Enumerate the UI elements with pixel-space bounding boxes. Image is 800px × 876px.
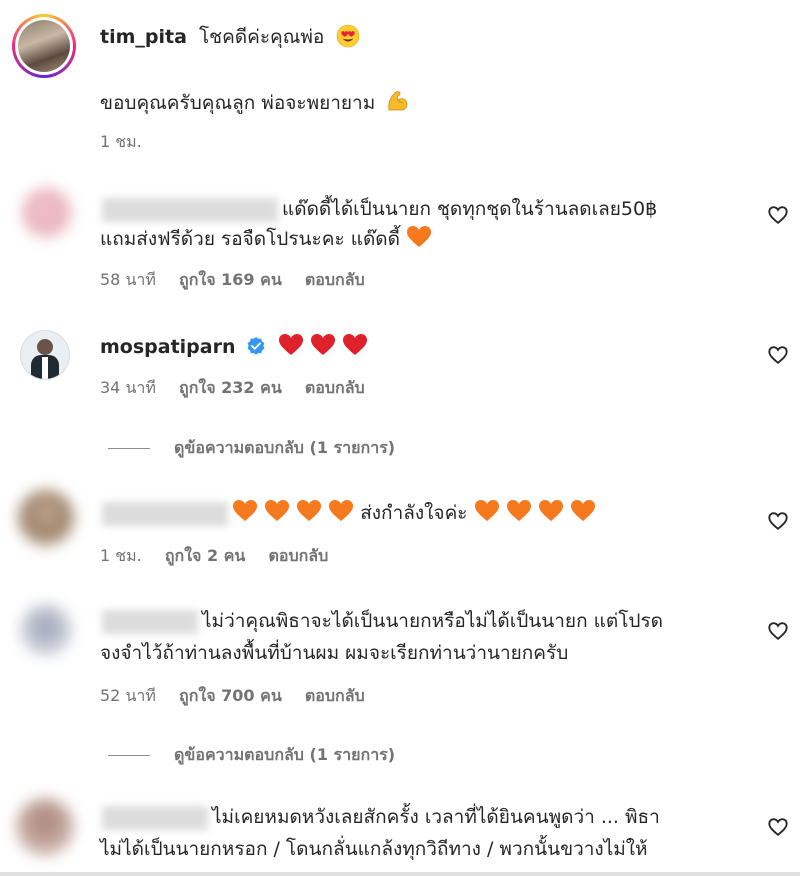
avatar[interactable] xyxy=(22,188,72,238)
orange-heart-emoji-icon xyxy=(474,499,500,523)
blurred-username[interactable] xyxy=(102,502,228,526)
comment-text-line-2: จงจำไว้ถ้าท่านลงพื้นที่บ้านผม ผมจะเรียกท… xyxy=(100,642,569,664)
like-heart-icon[interactable] xyxy=(767,620,789,642)
view-replies-button[interactable]: ดูข้อความตอบกลับ (1 รายการ) xyxy=(108,743,395,768)
orange-heart-emoji-icon xyxy=(406,225,432,249)
avatar[interactable] xyxy=(18,490,74,546)
divider xyxy=(108,755,150,756)
reply-button[interactable]: ตอบกลับ xyxy=(305,378,365,397)
comment-text-line-2: แถมส่งฟรีด้วย รอจืดโปรนะคะ แด๊ดดี้ xyxy=(100,228,400,250)
reply-button[interactable]: ตอบกลับ xyxy=(268,546,328,565)
orange-heart-emoji-icon xyxy=(328,499,354,523)
like-heart-icon[interactable] xyxy=(767,204,789,226)
red-heart-emoji-icon xyxy=(342,333,368,357)
comment-text-line-1: แด๊ดดี้ได้เป็นนายก ชุดทุกชุดในร้านลดเลย5… xyxy=(282,198,658,220)
orange-heart-emoji-icon xyxy=(506,499,532,523)
orange-heart-emoji-icon xyxy=(296,499,322,523)
comment-time: 1 ชม. xyxy=(100,132,142,151)
comment-time: 34 นาที xyxy=(100,378,156,397)
orange-heart-emoji-icon xyxy=(570,499,596,523)
avatar[interactable] xyxy=(20,604,72,656)
comment-time: 52 นาที xyxy=(100,686,156,705)
likes-count[interactable]: ถูกใจ 169 คน xyxy=(179,270,282,289)
red-heart-emoji-icon xyxy=(310,333,336,357)
username[interactable]: mospatiparn xyxy=(100,336,236,358)
view-replies-label: ดูข้อความตอบกลับ (1 รายการ) xyxy=(174,745,396,764)
like-heart-icon[interactable] xyxy=(767,344,789,366)
comment-time: 1 ชม. xyxy=(100,546,142,565)
heart-eyes-emoji-icon xyxy=(336,24,360,57)
likes-count[interactable]: ถูกใจ 2 คน xyxy=(165,546,245,565)
blurred-username[interactable] xyxy=(102,610,198,634)
likes-count[interactable]: ถูกใจ 232 คน xyxy=(179,378,282,397)
comment-time: 58 นาที xyxy=(100,270,156,289)
avatar[interactable] xyxy=(16,798,74,856)
orange-heart-emoji-icon xyxy=(232,499,258,523)
view-replies-label: ดูข้อความตอบกลับ (1 รายการ) xyxy=(174,438,396,457)
orange-heart-emoji-icon xyxy=(538,499,564,523)
reply-text: ขอบคุณครับคุณลูก พ่อจะพยายาม xyxy=(100,92,376,114)
orange-heart-emoji-icon xyxy=(264,499,290,523)
username[interactable]: tim_pita xyxy=(100,26,187,48)
reply-button[interactable]: ตอบกลับ xyxy=(305,686,365,705)
like-heart-icon[interactable] xyxy=(767,816,789,838)
blurred-username[interactable] xyxy=(102,806,208,830)
comment-text: ส่งกำลังใจค่ะ xyxy=(360,502,468,524)
likes-count[interactable]: ถูกใจ 700 คน xyxy=(179,686,282,705)
comment-text: โชคดีค่ะคุณพ่อ xyxy=(198,26,325,48)
red-heart-emoji-icon xyxy=(278,333,304,357)
avatar[interactable] xyxy=(20,330,70,380)
like-heart-icon[interactable] xyxy=(767,510,789,532)
view-replies-button[interactable]: ดูข้อความตอบกลับ (1 รายการ) xyxy=(108,436,395,461)
verified-badge-icon xyxy=(246,335,266,355)
comment-text-line-2: ไม่ได้เป็นนายกหรอก / โดนกลั่นแกล้งทุกวิถ… xyxy=(100,838,648,860)
comment-thread: tim_pita โชคดีค่ะคุณพ่อ ขอบคุณครับคุณลูก… xyxy=(0,0,800,876)
divider xyxy=(108,448,150,449)
comment-text-line-1: ไม่เคยหมดหวังเลยสักครั้ง เวลาที่ได้ยินคน… xyxy=(212,806,660,828)
bottom-border xyxy=(0,872,800,876)
flexed-biceps-emoji-icon xyxy=(385,88,411,123)
blurred-username[interactable] xyxy=(102,198,278,222)
reply-button[interactable]: ตอบกลับ xyxy=(305,270,365,289)
comment-text-line-1: ไม่ว่าคุณพิธาจะได้เป็นนายกหรือไม่ได้เป็น… xyxy=(202,610,664,632)
avatar[interactable] xyxy=(12,14,76,78)
